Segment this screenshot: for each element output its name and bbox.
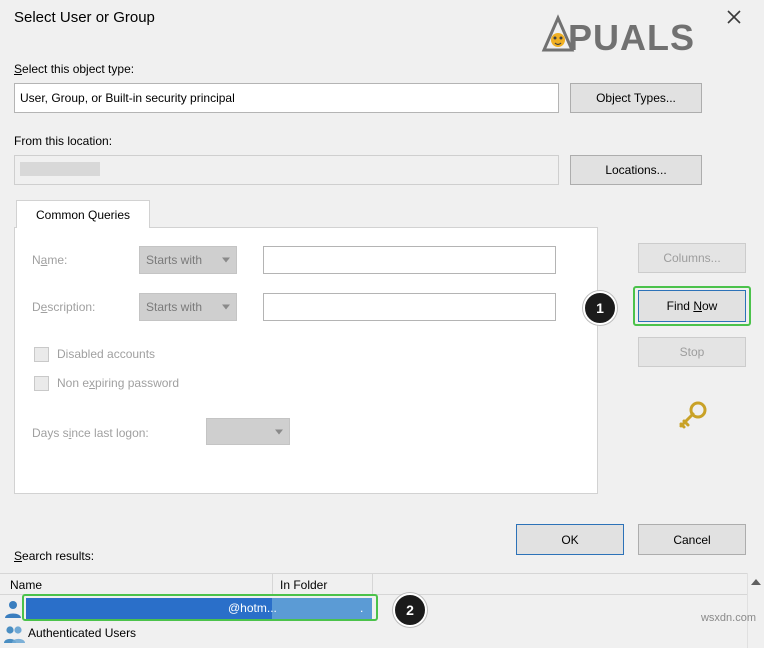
disabled-accounts-checkbox[interactable] <box>34 347 49 362</box>
result-row[interactable]: Authenticated Users <box>0 623 764 647</box>
columns-button-label: Columns... <box>663 251 721 265</box>
object-type-label: SSelect this object type:elect this obje… <box>14 62 135 76</box>
appuals-watermark-logo: PUALS <box>540 10 760 58</box>
footer-watermark: wsxdn.com <box>700 612 756 624</box>
object-types-button[interactable]: Object Types... <box>570 83 702 113</box>
column-header-in-folder[interactable]: In Folder <box>280 578 327 592</box>
location-redacted-block <box>20 162 100 176</box>
name-operator-select[interactable]: Starts with <box>139 246 237 274</box>
days-since-logon-label: Days since last logon: <box>32 426 149 440</box>
stop-button-label: Stop <box>679 345 705 359</box>
tab-seam <box>17 226 149 228</box>
tab-common-queries-label: Common Queries <box>35 207 131 222</box>
cancel-button[interactable]: Cancel <box>638 524 746 555</box>
chevron-down-icon <box>222 257 230 263</box>
select-user-or-group-dialog: Select User or Group PUALS SSelect this … <box>0 0 764 648</box>
svg-text:PUALS: PUALS <box>568 17 695 58</box>
non-expiring-password-checkbox[interactable] <box>34 376 49 391</box>
results-scrollbar[interactable] <box>747 573 764 648</box>
chevron-down-icon <box>275 429 283 434</box>
description-operator-select[interactable]: Starts with <box>139 293 237 321</box>
chevron-down-icon <box>222 304 230 310</box>
user-icon <box>4 599 22 622</box>
name-operator-value: Starts with <box>146 253 203 267</box>
name-input[interactable] <box>263 246 556 274</box>
locations-button-label: Locations... <box>605 163 667 177</box>
result-row-selected[interactable]: @hotm... . <box>0 597 764 621</box>
find-now-button[interactable]: Find Now <box>638 290 746 322</box>
location-label: From this location: <box>14 134 113 148</box>
scroll-up-icon[interactable] <box>751 579 761 585</box>
result-row-name: @hotm... <box>228 601 277 615</box>
page-title: Select User or Group <box>14 9 155 26</box>
description-operator-value: Starts with <box>146 300 203 314</box>
find-now-button-label: Find Now <box>666 299 718 313</box>
days-since-logon-select[interactable] <box>206 418 290 445</box>
description-label: Description: <box>32 300 96 314</box>
non-expiring-password-label: Non expiring password <box>57 376 180 390</box>
results-column-header: Name In Folder <box>0 573 764 595</box>
column-divider[interactable] <box>272 574 273 594</box>
annotation-badge-2: 2 <box>393 593 427 627</box>
annotation-badge-1: 1 <box>583 291 617 325</box>
disabled-accounts-label: Disabled accounts <box>57 347 156 361</box>
column-divider[interactable] <box>372 574 373 594</box>
ok-button-label: OK <box>561 532 579 547</box>
object-types-button-label: Object Types... <box>596 91 676 105</box>
ok-button[interactable]: OK <box>516 524 624 555</box>
object-type-input[interactable]: User, Group, or Built-in security princi… <box>14 83 559 113</box>
locations-button[interactable]: Locations... <box>570 155 702 185</box>
columns-button[interactable]: Columns... <box>638 243 746 273</box>
description-input[interactable] <box>263 293 556 321</box>
cancel-button-label: Cancel <box>673 532 711 547</box>
tab-common-queries[interactable]: Common Queries <box>16 200 150 228</box>
result-row-folder: . <box>360 601 364 615</box>
key-icon <box>676 400 710 433</box>
group-icon <box>4 624 26 647</box>
row-folder-cell <box>272 598 372 619</box>
search-results-label: Search results: <box>14 549 95 563</box>
stop-button[interactable]: Stop <box>638 337 746 367</box>
column-header-name[interactable]: Name <box>10 578 42 592</box>
result-row-name: Authenticated Users <box>28 626 137 640</box>
name-label: Name: <box>32 253 68 267</box>
